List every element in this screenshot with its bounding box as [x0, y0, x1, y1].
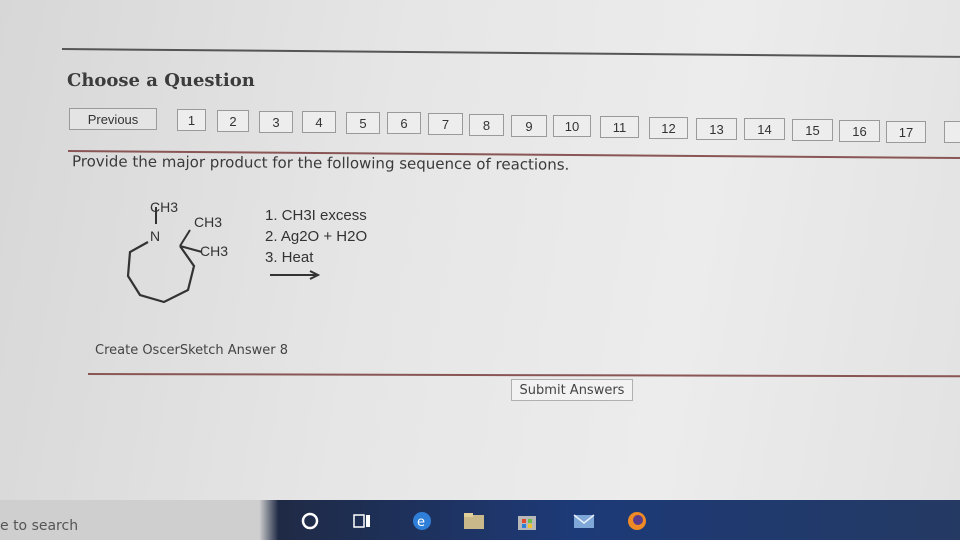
question-button-2[interactable]: 2 — [217, 110, 249, 132]
question-button-11[interactable]: 11 — [600, 116, 639, 138]
methyl-top-bond — [179, 229, 191, 247]
question-button-5[interactable]: 5 — [346, 112, 380, 134]
nitrogen-label: N — [150, 228, 160, 244]
store-icon[interactable] — [515, 510, 539, 532]
edge-icon[interactable]: e — [410, 510, 434, 532]
previous-button[interactable]: Previous — [69, 108, 157, 130]
question-button-1[interactable]: 1 — [177, 109, 206, 131]
question-button-16[interactable]: 16 — [839, 120, 880, 142]
firefox-icon[interactable] — [625, 510, 649, 532]
mail-icon[interactable] — [572, 510, 596, 532]
submit-answers-button[interactable]: Submit Answers — [511, 379, 633, 401]
question-button-14[interactable]: 14 — [744, 118, 785, 140]
question-button-8[interactable]: 8 — [469, 114, 504, 136]
question-button-10[interactable]: 10 — [553, 115, 591, 137]
cortana-icon[interactable] — [298, 510, 322, 532]
question-button-7[interactable]: 7 — [428, 113, 463, 135]
question-button-4[interactable]: 4 — [302, 111, 336, 133]
reagent-step-1: 1. CH3I excess — [265, 207, 367, 224]
reaction-conditions: 1. CH3I excess 2. Ag2O + H2O 3. Heat — [265, 205, 367, 268]
question-button-13[interactable]: 13 — [696, 118, 737, 140]
question-button-next-partial[interactable] — [944, 121, 960, 143]
create-oscersketch-answer-link[interactable]: Create OscerSketch Answer 8 — [95, 343, 288, 358]
svg-text:e: e — [417, 515, 425, 530]
reagent-step-3: 3. Heat — [265, 249, 314, 266]
question-text: Provide the major product for the follow… — [71, 152, 570, 174]
answer-divider — [87, 373, 960, 378]
question-button-12[interactable]: 12 — [649, 117, 688, 139]
methyl-right-label: CH3 — [200, 243, 228, 259]
question-button-6[interactable]: 6 — [387, 112, 421, 134]
reactant-structure: CH3 N CH3 CH3 — [110, 190, 280, 320]
file-explorer-icon[interactable] — [462, 510, 486, 532]
reaction-arrow — [270, 270, 321, 280]
task-view-icon[interactable] — [350, 510, 374, 532]
reactant-structure-svg: CH3 N CH3 CH3 — [126, 199, 228, 304]
n-methyl-label: CH3 — [150, 199, 178, 215]
question-button-9[interactable]: 9 — [511, 115, 547, 137]
question-button-15[interactable]: 15 — [792, 119, 833, 141]
question-button-17[interactable]: 17 — [886, 121, 926, 143]
taskbar-search-box[interactable]: e to search — [0, 518, 78, 534]
question-navigation: Previous 1 2 3 4 5 6 7 8 9 10 11 12 13 1… — [0, 0, 960, 160]
methyl-top-label: CH3 — [194, 214, 222, 230]
question-button-3[interactable]: 3 — [259, 111, 293, 133]
reagent-step-2: 2. Ag2O + H2O — [265, 228, 368, 245]
azepane-ring — [126, 241, 196, 304]
